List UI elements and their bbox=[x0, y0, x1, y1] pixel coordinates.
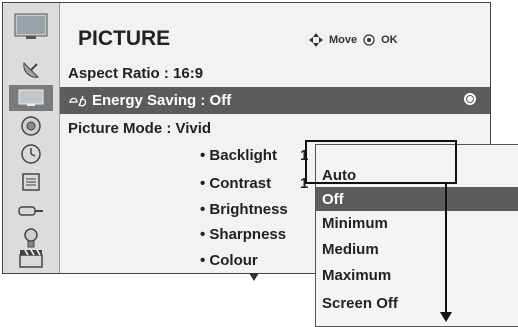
sharpness-label[interactable]: • Sharpness bbox=[200, 226, 286, 243]
picture-icon bbox=[18, 89, 44, 106]
sidebar-item-time[interactable] bbox=[9, 141, 53, 167]
ok-label: OK bbox=[381, 34, 398, 46]
lock-icon bbox=[18, 206, 43, 216]
brightness-label[interactable]: • Brightness bbox=[200, 201, 288, 218]
page-title: PICTURE bbox=[78, 27, 171, 50]
clock-icon bbox=[21, 144, 41, 164]
scroll-down-icon[interactable] bbox=[249, 273, 259, 281]
colour-label[interactable]: • Colour bbox=[200, 252, 258, 269]
focus-highlight-box bbox=[305, 140, 457, 184]
ok-radio-icon bbox=[464, 93, 476, 105]
contrast-label[interactable]: • Contrast bbox=[200, 175, 271, 192]
energy-saving-row[interactable]: Energy Saving : Off bbox=[60, 87, 490, 114]
sidebar-item-option[interactable] bbox=[9, 169, 53, 195]
picture-mode-row[interactable]: Picture Mode : Vivid bbox=[60, 115, 490, 142]
scroll-arrow-line bbox=[445, 184, 447, 314]
navigation-hint: Move OK bbox=[309, 33, 398, 47]
backlight-label[interactable]: • Backlight bbox=[200, 147, 277, 164]
aspect-ratio-label: Aspect Ratio : 16:9 bbox=[68, 65, 204, 82]
option-medium[interactable]: Medium bbox=[316, 237, 518, 261]
aspect-ratio-row[interactable]: Aspect Ratio : 16:9 bbox=[60, 60, 490, 87]
down-arrow-icon bbox=[440, 312, 452, 322]
sidebar-item-lock[interactable] bbox=[9, 197, 53, 223]
option-screen-off[interactable]: Screen Off bbox=[316, 291, 518, 315]
option-maximum[interactable]: Maximum bbox=[316, 263, 518, 287]
sidebar-item-photo[interactable] bbox=[9, 245, 53, 271]
picture-mode-label: Picture Mode : Vivid bbox=[68, 120, 212, 137]
ok-button-icon bbox=[363, 34, 375, 46]
speaker-icon bbox=[21, 116, 41, 136]
move-arrows-icon bbox=[309, 33, 323, 47]
satellite-dish-icon bbox=[23, 61, 40, 78]
energy-saving-icon bbox=[69, 95, 87, 107]
move-label: Move bbox=[329, 34, 358, 46]
sidebar bbox=[3, 3, 60, 273]
sidebar-item-audio[interactable] bbox=[9, 113, 53, 139]
tv-icon bbox=[14, 13, 48, 39]
clapperboard-icon bbox=[19, 249, 43, 268]
energy-saving-label: Energy Saving : Off bbox=[92, 92, 232, 109]
sidebar-item-setup[interactable] bbox=[9, 57, 53, 83]
option-box-icon bbox=[22, 173, 40, 191]
option-off[interactable]: Off bbox=[316, 187, 518, 211]
option-minimum[interactable]: Minimum bbox=[316, 211, 518, 235]
sidebar-item-picture[interactable] bbox=[9, 85, 53, 111]
sidebar-item-tv[interactable] bbox=[9, 7, 53, 47]
